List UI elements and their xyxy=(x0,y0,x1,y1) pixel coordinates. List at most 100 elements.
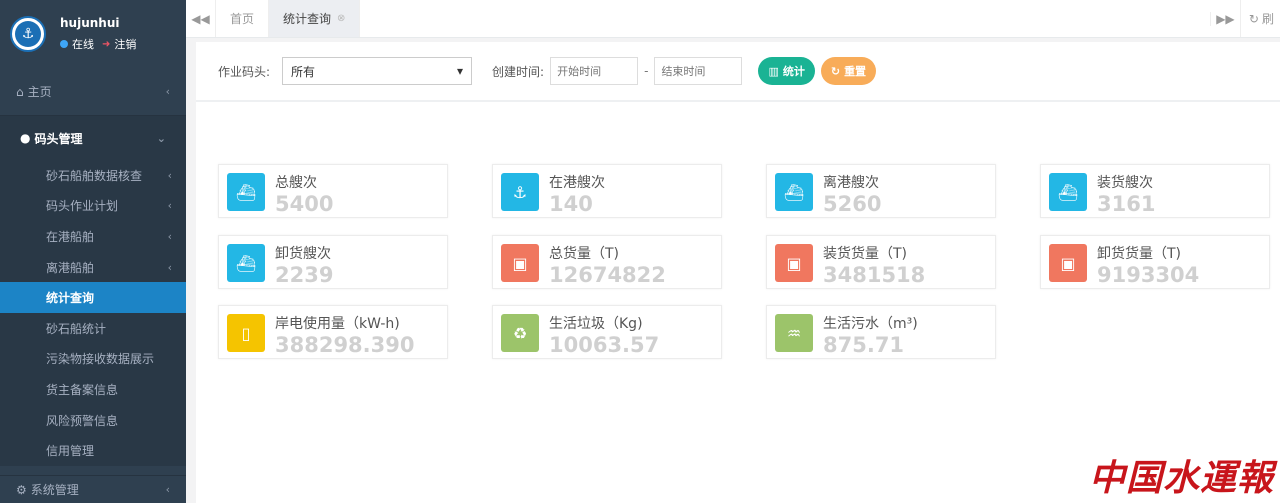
sidebar-item[interactable]: 砂石船舶数据核查 ‹ xyxy=(0,160,186,191)
submenu: 砂石船舶数据核查 ‹ 码头作业计划 ‹ 在港船舶 ‹ 离港船舶 ‹ 统计查询 砂石船统计 污染物接收… xyxy=(0,160,186,466)
stat-card: ▣ 卸货货量（T) 9193304 xyxy=(1040,235,1270,289)
chevron-down-icon: ⌄ xyxy=(156,131,166,145)
avatar[interactable]: ⚓ xyxy=(10,16,46,52)
stat-value: 2239 xyxy=(275,263,334,287)
sidebar-item[interactable]: 统计查询 xyxy=(0,282,186,313)
main-content: 作业码头: 所有 ▾ 创建时间: - ▥ 统计 ↻ 重置 ⛴ 总艘次5400 ⚓ 在港… xyxy=(196,42,1280,503)
stat-card: ⛴ 离港艘次 5260 xyxy=(766,164,996,218)
scroll-left-button[interactable]: ◀◀ xyxy=(186,0,216,37)
anchor-ship-icon: ⚓ xyxy=(501,173,539,211)
sidebar-item[interactable]: 砂石船统计 xyxy=(0,313,186,344)
sidebar-item-label: 风险预警信息 xyxy=(46,413,119,428)
terminal-select[interactable]: 所有 ▾ xyxy=(282,57,473,85)
trash-icon: ♻ xyxy=(501,314,539,352)
nav-group-label: 码头管理 xyxy=(34,131,83,146)
scroll-right-button[interactable]: ▶▶ xyxy=(1209,11,1240,26)
nav-group-terminal: ● 码头管理 ⌄ 砂石船舶数据核查 ‹ 码头作业计划 ‹ 在港船舶 ‹ 离港船舶 ‹ 统计查询砂… xyxy=(0,116,186,466)
sidebar-item-label: 货主备案信息 xyxy=(46,382,119,397)
reset-button[interactable]: ↻ 重置 xyxy=(820,57,877,85)
logout-icon[interactable]: ➜ xyxy=(102,39,110,50)
stat-label: 在港艘次 xyxy=(549,175,605,191)
stat-value: 3161 xyxy=(1097,192,1156,216)
statistics-button[interactable]: ▥ 统计 xyxy=(758,57,815,85)
sidebar-item[interactable]: 风险预警信息 xyxy=(0,405,186,436)
ship-icon: ⛴ xyxy=(227,173,265,211)
stat-label: 总货量（T) xyxy=(549,246,620,262)
user-icon: ● xyxy=(20,131,31,145)
battery-icon: ▯ xyxy=(227,314,265,352)
logout-link[interactable]: 注销 xyxy=(114,36,136,52)
nav-system[interactable]: ⚙ 系统管理 ‹ xyxy=(0,475,186,503)
stat-card: ▯ 岸电使用量（kW-h) 388298.390 xyxy=(218,305,448,359)
sidebar-item[interactable]: 污染物接收数据展示 xyxy=(0,344,186,375)
sidebar-item-label: 在港船舶 xyxy=(46,229,95,244)
refresh-icon: ↻ xyxy=(830,64,841,78)
chevron-left-icon: ‹ xyxy=(165,85,170,98)
date-separator: - xyxy=(644,64,649,78)
unload-box-icon: ▣ xyxy=(1049,244,1087,282)
tab-home[interactable]: 首页 xyxy=(216,0,270,37)
chevron-left-icon: ‹ xyxy=(167,168,172,182)
stat-label: 生活垃圾（Kg) xyxy=(549,316,643,332)
terminal-label: 作业码头: xyxy=(218,64,271,79)
anchor-logo-icon: ⚓ xyxy=(15,21,41,47)
end-time-input[interactable] xyxy=(654,57,743,85)
username: hujunhui xyxy=(60,16,120,30)
watermark-logo: 中国水運報 xyxy=(1088,457,1274,499)
dropdown-arrow-icon: ▾ xyxy=(457,64,464,78)
tab-bar: ◀◀ 首页 统计查询 ⊗ ▶▶ ↻ 刷 xyxy=(186,0,1280,38)
sidebar-item-label: 统计查询 xyxy=(46,291,95,306)
departure-icon: ⛴ xyxy=(775,173,813,211)
stat-value: 10063.57 xyxy=(549,333,660,357)
chevron-left-icon: ‹ xyxy=(165,483,170,496)
stat-label: 卸货货量（T) xyxy=(1097,246,1182,262)
stat-label: 装货货量（T) xyxy=(823,246,908,262)
stat-card: ▣ 总货量（T) 12674822 xyxy=(492,235,722,289)
sidebar-item-label: 污染物接收数据展示 xyxy=(46,352,155,367)
stat-label: 总艘次 xyxy=(275,175,317,191)
sidebar-item-label: 离港船舶 xyxy=(46,260,95,275)
sidebar-item[interactable]: 离港船舶 ‹ xyxy=(0,252,186,283)
gear-icon: ⚙ xyxy=(16,482,27,497)
load-box-icon: ▣ xyxy=(775,244,813,282)
nav-system-label: 系统管理 xyxy=(30,483,79,497)
refresh-icon: ↻ xyxy=(1248,11,1259,26)
close-icon[interactable]: ⊗ xyxy=(337,13,345,24)
cargo-box-icon: ▣ xyxy=(501,244,539,282)
stat-card: ⚓ 在港艘次 140 xyxy=(492,164,722,218)
filter-bar: 作业码头: 所有 ▾ 创建时间: - ▥ 统计 ↻ 重置 xyxy=(196,42,1280,102)
stat-card: ♒ 生活污水（m³) 875.71 xyxy=(766,305,996,359)
online-dot-icon xyxy=(60,40,68,48)
stat-label: 卸货艘次 xyxy=(275,246,331,262)
stat-card: ⛴ 总艘次 5400 xyxy=(218,164,448,218)
water-icon: ♒ xyxy=(775,314,813,352)
stat-label: 装货艘次 xyxy=(1097,175,1153,191)
nav-home[interactable]: ⌂ 主页 ‹ xyxy=(0,68,186,116)
online-status: 在线 xyxy=(72,38,94,51)
stat-value: 388298.390 xyxy=(275,333,415,357)
double-right-icon: ▶▶ xyxy=(1216,11,1235,26)
sidebar-item[interactable]: 码头作业计划 ‹ xyxy=(0,191,186,222)
sidebar-item-label: 砂石船统计 xyxy=(46,321,107,336)
home-icon: ⌂ xyxy=(16,84,24,99)
unloading-ship-icon: ⛴ xyxy=(227,244,265,282)
sidebar-item[interactable]: 货主备案信息 xyxy=(0,374,186,405)
nav-group-terminal-header[interactable]: ● 码头管理 ⌄ xyxy=(0,116,186,160)
sidebar-item[interactable]: 在港船舶 ‹ xyxy=(0,221,186,252)
stat-value: 5400 xyxy=(275,192,334,216)
stat-label: 离港艘次 xyxy=(823,175,879,191)
stat-card: ▣ 装货货量（T) 3481518 xyxy=(766,235,996,289)
refresh-button[interactable]: ↻ 刷 xyxy=(1239,0,1280,37)
loading-ship-icon: ⛴ xyxy=(1049,173,1087,211)
profile-panel: ⚓ hujunhui 在线 ➜ 注销 xyxy=(0,0,186,68)
reset-button-label: 重置 xyxy=(844,65,867,78)
nav-home-label: 主页 xyxy=(27,85,52,99)
terminal-select-value: 所有 xyxy=(291,64,316,79)
sidebar-item[interactable]: 信用管理 xyxy=(0,435,186,466)
start-time-input[interactable] xyxy=(550,57,639,85)
time-label: 创建时间: xyxy=(492,64,545,79)
chevron-left-icon: ‹ xyxy=(167,229,172,243)
stat-value: 12674822 xyxy=(549,263,666,287)
tab-statistics[interactable]: 统计查询 ⊗ xyxy=(269,0,361,37)
tab-statistics-label: 统计查询 xyxy=(283,12,332,26)
